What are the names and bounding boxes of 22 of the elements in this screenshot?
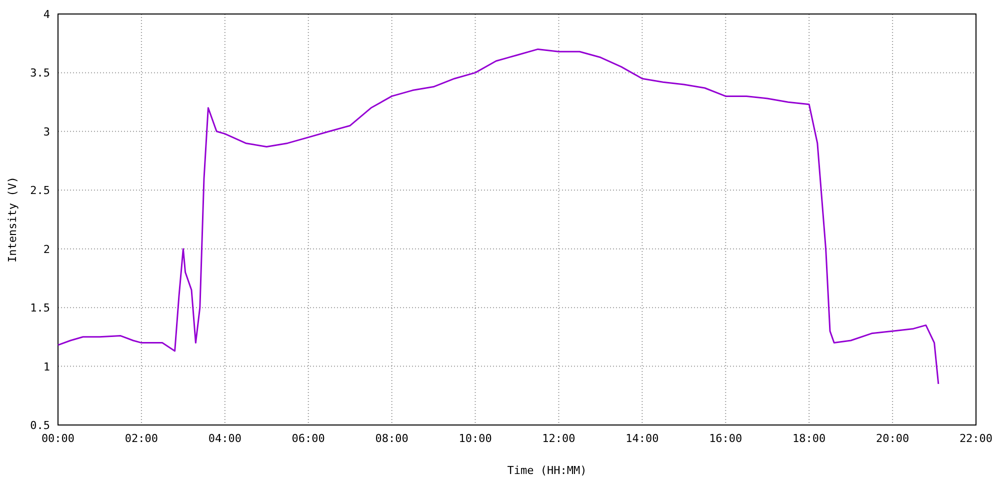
x-tick-label: 00:00 [41,432,75,445]
x-axis-title: Time (HH:MM) [507,464,587,477]
x-tick-label: 06:00 [292,432,325,445]
x-tick-label: 14:00 [626,432,659,445]
x-tick-label: 10:00 [458,432,492,445]
y-tick-label: 2 [43,242,50,256]
x-tick-label: 16:00 [709,432,742,445]
y-tick-label: 0.5 [30,419,50,432]
x-tick-label: 02:00 [124,432,158,445]
x-tick-label: 04:00 [208,432,242,445]
y-tick-label: 3 [43,125,50,138]
y-tick-label: 2.5 [30,184,50,198]
y-tick-label: 3.5 [30,66,50,80]
y-tick-label: 1 [43,360,50,374]
x-tick-label: 22:00 [959,432,993,445]
x-tick-label: 18:00 [792,432,826,445]
y-axis-title: Intensity (V) [6,176,19,263]
y-tick-label: 1.5 [30,302,50,315]
x-tick-label: 08:00 [375,432,408,445]
x-tick-label: 20:00 [876,432,910,445]
x-tick-label: 12:00 [542,432,576,445]
y-tick-label: 4 [43,8,50,21]
